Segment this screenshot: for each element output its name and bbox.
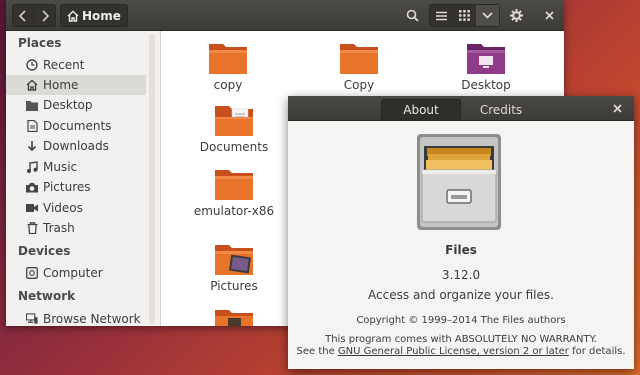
license-suffix: for details. bbox=[568, 346, 626, 357]
sidebar: Places Recent Home Desktop Documents Dow… bbox=[6, 31, 161, 326]
music-icon bbox=[26, 161, 38, 173]
forward-button[interactable] bbox=[34, 9, 55, 22]
camera-icon bbox=[26, 181, 38, 193]
sidebar-item-label: Desktop bbox=[43, 98, 93, 112]
trash-icon bbox=[26, 222, 38, 234]
file-item-copy[interactable]: copy bbox=[173, 41, 283, 92]
list-view-button[interactable] bbox=[430, 11, 453, 21]
gear-icon bbox=[509, 9, 523, 22]
chevron-right-icon bbox=[41, 9, 49, 22]
header-bar: Home bbox=[6, 0, 564, 31]
file-item-documents[interactable]: Documents bbox=[179, 103, 289, 154]
sidebar-item-label: Music bbox=[43, 160, 78, 174]
search-icon bbox=[406, 9, 419, 22]
grid-icon bbox=[459, 10, 470, 21]
pictures-folder-icon bbox=[215, 245, 253, 275]
tab-credits[interactable]: Credits bbox=[461, 99, 541, 120]
file-item-pictures[interactable]: Pictures bbox=[179, 242, 289, 293]
grid-view-button[interactable] bbox=[453, 10, 476, 21]
sidebar-item-music[interactable]: Music bbox=[6, 157, 146, 177]
documents-folder-icon bbox=[215, 106, 253, 136]
settings-button[interactable] bbox=[506, 4, 526, 27]
document-icon bbox=[26, 120, 38, 132]
sidebar-item-label: Browse Network bbox=[43, 312, 141, 326]
file-item-emulator-x86[interactable]: emulator-x86 bbox=[179, 167, 289, 218]
nav-buttons bbox=[12, 4, 56, 27]
sidebar-item-computer[interactable]: Computer bbox=[6, 263, 146, 283]
file-cabinet-icon bbox=[417, 134, 501, 230]
app-version: 3.12.0 bbox=[441, 268, 481, 282]
list-icon bbox=[436, 11, 447, 20]
clock-icon bbox=[26, 59, 38, 71]
chevron-left-icon bbox=[19, 9, 26, 22]
search-button[interactable] bbox=[402, 4, 422, 27]
sidebar-item-label: Recent bbox=[43, 58, 85, 72]
devices-heading: Devices bbox=[18, 244, 71, 258]
app-description: Access and organize your files. bbox=[368, 288, 554, 302]
sidebar-scrollbar[interactable] bbox=[149, 34, 155, 324]
dialog-close-button[interactable] bbox=[608, 99, 626, 117]
home-icon bbox=[26, 79, 38, 91]
sidebar-item-downloads[interactable]: Downloads bbox=[6, 136, 146, 156]
sidebar-item-label: Computer bbox=[43, 266, 103, 280]
sidebar-item-pictures[interactable]: Pictures bbox=[6, 177, 146, 197]
sidebar-item-label: Documents bbox=[43, 119, 112, 133]
videos-folder-icon bbox=[215, 310, 253, 326]
license-prefix: See the bbox=[296, 346, 338, 357]
app-name: Files bbox=[445, 243, 477, 257]
sidebar-item-videos[interactable]: Videos bbox=[6, 198, 146, 218]
sidebar-item-trash[interactable]: Trash bbox=[6, 218, 146, 238]
folder-icon bbox=[340, 44, 378, 74]
tab-about[interactable]: About bbox=[381, 99, 461, 120]
view-switcher bbox=[429, 4, 500, 27]
license-link[interactable]: GNU General Public License, version 2 or… bbox=[338, 346, 569, 357]
sidebar-item-label: Trash bbox=[43, 221, 75, 235]
file-name: Desktop bbox=[461, 78, 511, 92]
sidebar-item-browse-network[interactable]: Browse Network bbox=[6, 309, 146, 326]
about-dialog: About Credits Files 3.12.0 Access and or… bbox=[288, 96, 634, 369]
file-name: Documents bbox=[199, 140, 269, 154]
view-menu-button[interactable] bbox=[476, 5, 499, 26]
sidebar-item-label: Home bbox=[43, 78, 79, 92]
path-bar-label: Home bbox=[82, 8, 121, 23]
warranty-text: This program comes with ABSOLUTELY NO WA… bbox=[325, 334, 597, 345]
copyright-text: Copyright © 1999–2014 The Files authors bbox=[356, 315, 566, 326]
dialog-header: About Credits bbox=[288, 96, 634, 121]
sidebar-item-home[interactable]: Home bbox=[6, 75, 146, 95]
sidebar-item-desktop[interactable]: Desktop bbox=[6, 95, 146, 115]
places-heading: Places bbox=[18, 36, 62, 50]
file-name: emulator-x86 bbox=[193, 204, 275, 218]
file-name: copy bbox=[213, 78, 243, 92]
file-name: Pictures bbox=[210, 279, 258, 293]
sidebar-item-documents[interactable]: Documents bbox=[6, 116, 146, 136]
desktop-folder-icon bbox=[467, 44, 505, 74]
download-icon bbox=[26, 140, 38, 152]
file-item-videos[interactable] bbox=[179, 307, 289, 326]
sidebar-item-label: Pictures bbox=[43, 180, 91, 194]
sidebar-item-label: Downloads bbox=[43, 139, 109, 153]
license-line: See the GNU General Public License, vers… bbox=[288, 346, 634, 357]
sidebar-item-recent[interactable]: Recent bbox=[6, 55, 146, 75]
file-name: Copy bbox=[343, 78, 375, 92]
file-item-copy-2[interactable]: Copy bbox=[304, 41, 414, 92]
network-heading: Network bbox=[18, 289, 76, 303]
drive-icon bbox=[26, 267, 38, 279]
file-item-desktop[interactable]: Desktop bbox=[431, 41, 541, 92]
video-icon bbox=[26, 202, 38, 214]
app-logo bbox=[414, 132, 504, 232]
folder-icon bbox=[215, 170, 253, 200]
close-icon bbox=[612, 103, 622, 113]
network-icon bbox=[26, 313, 38, 325]
folder-icon bbox=[26, 99, 38, 111]
back-button[interactable] bbox=[13, 9, 34, 22]
path-bar-home[interactable]: Home bbox=[60, 4, 128, 27]
chevron-down-icon bbox=[482, 12, 493, 19]
folder-icon bbox=[209, 44, 247, 74]
close-icon bbox=[544, 11, 554, 20]
sidebar-item-label: Videos bbox=[43, 201, 83, 215]
window-close-button[interactable] bbox=[541, 4, 557, 27]
home-icon bbox=[67, 10, 79, 22]
